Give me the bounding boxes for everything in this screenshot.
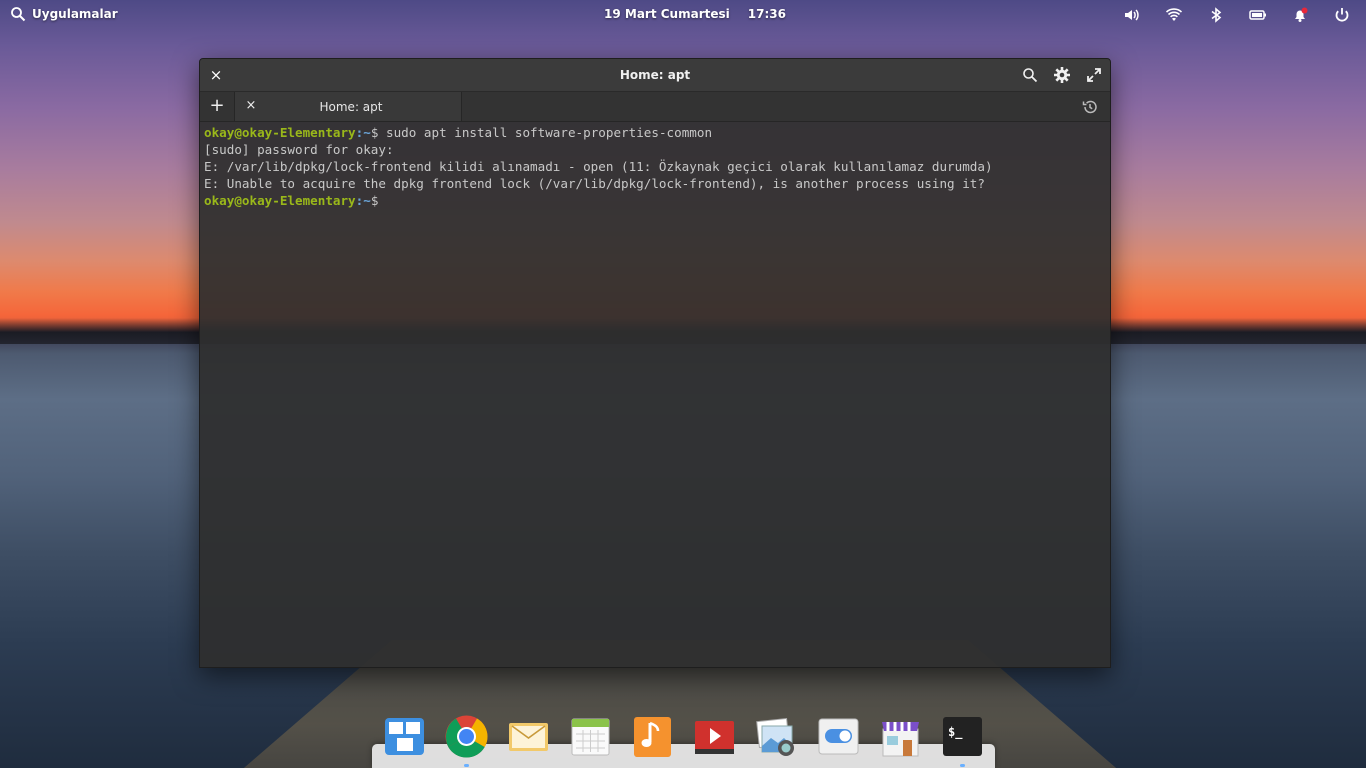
applications-menu[interactable]: Uygulamalar xyxy=(10,6,118,22)
dock-appcenter[interactable] xyxy=(878,714,923,759)
dock-chrome[interactable] xyxy=(444,714,489,767)
prompt-path: :~ xyxy=(355,125,371,140)
running-indicator xyxy=(464,764,469,767)
indicator-area xyxy=(1122,5,1352,25)
system-settings-icon xyxy=(818,718,859,755)
svg-text:$_: $_ xyxy=(948,725,963,740)
tab-bar: + × Home: apt xyxy=(200,92,1110,122)
time-label: 17:36 xyxy=(747,7,786,21)
top-panel: Uygulamalar 19 Mart Cumartesi 17:36 xyxy=(0,0,1366,30)
titlebar[interactable]: × Home: apt xyxy=(200,59,1110,92)
music-icon xyxy=(634,717,671,757)
datetime-indicator[interactable]: 19 Mart Cumartesi 17:36 xyxy=(604,7,786,21)
window-title: Home: apt xyxy=(619,68,691,82)
terminal-icon: $_ xyxy=(943,717,982,756)
command-text: $ sudo apt install software-properties-c… xyxy=(370,125,713,140)
dock-calendar[interactable] xyxy=(568,714,613,759)
photos-icon xyxy=(756,717,794,756)
tab-home-apt[interactable]: × Home: apt xyxy=(235,92,462,121)
chrome-icon xyxy=(445,715,488,758)
calendar-icon xyxy=(571,718,610,756)
prompt-symbol: $ xyxy=(370,193,379,208)
search-icon xyxy=(1023,68,1038,83)
dock-music[interactable] xyxy=(630,714,675,759)
prompt-user: okay@okay-Elementary xyxy=(204,193,356,208)
appcenter-icon xyxy=(882,722,919,757)
dock-terminal[interactable]: $_ xyxy=(940,714,985,767)
notification-icon[interactable] xyxy=(1290,5,1310,25)
search-button[interactable] xyxy=(1020,65,1040,85)
terminal-line: okay@okay-Elementary:~$ xyxy=(204,192,1106,209)
terminal-output[interactable]: okay@okay-Elementary:~$ sudo apt install… xyxy=(200,122,1110,211)
dock-system-settings[interactable] xyxy=(816,714,861,759)
search-icon xyxy=(11,7,26,22)
history-button[interactable] xyxy=(1080,97,1100,117)
dock-photos[interactable] xyxy=(754,714,799,759)
terminal-line: [sudo] password for okay: xyxy=(204,142,394,157)
prompt-user: okay@okay-Elementary xyxy=(204,125,356,140)
power-icon[interactable] xyxy=(1332,5,1352,25)
multitasking-view-icon xyxy=(385,718,424,755)
history-icon xyxy=(1082,100,1097,114)
battery-icon[interactable] xyxy=(1248,5,1268,25)
maximize-icon xyxy=(1087,68,1101,82)
gear-icon xyxy=(1054,67,1070,83)
volume-icon[interactable] xyxy=(1122,5,1142,25)
tab-label: Home: apt xyxy=(319,99,383,114)
dock-items: $_ xyxy=(382,714,985,767)
applications-label: Uygulamalar xyxy=(32,7,118,21)
dock-videos[interactable] xyxy=(692,714,737,759)
wifi-icon[interactable] xyxy=(1164,5,1184,25)
videos-icon xyxy=(695,721,734,754)
prompt-path: :~ xyxy=(355,193,371,208)
running-indicator xyxy=(960,764,965,767)
terminal-window: × Home: apt + × Home: apt okay@okay-Elem… xyxy=(199,58,1111,668)
bluetooth-icon[interactable] xyxy=(1206,5,1226,25)
date-label: 19 Mart Cumartesi xyxy=(604,7,730,21)
maximize-button[interactable] xyxy=(1084,65,1104,85)
mail-icon xyxy=(509,723,548,751)
dock-multitasking-view[interactable] xyxy=(382,714,427,759)
terminal-line: E: /var/lib/dpkg/lock-frontend kilidi al… xyxy=(204,159,993,174)
dock-mail[interactable] xyxy=(506,714,551,759)
new-tab-button[interactable]: + xyxy=(200,92,235,121)
settings-button[interactable] xyxy=(1052,65,1072,85)
terminal-line: E: Unable to acquire the dpkg frontend l… xyxy=(204,176,985,191)
terminal-line: okay@okay-Elementary:~$ sudo apt install… xyxy=(204,124,1106,141)
